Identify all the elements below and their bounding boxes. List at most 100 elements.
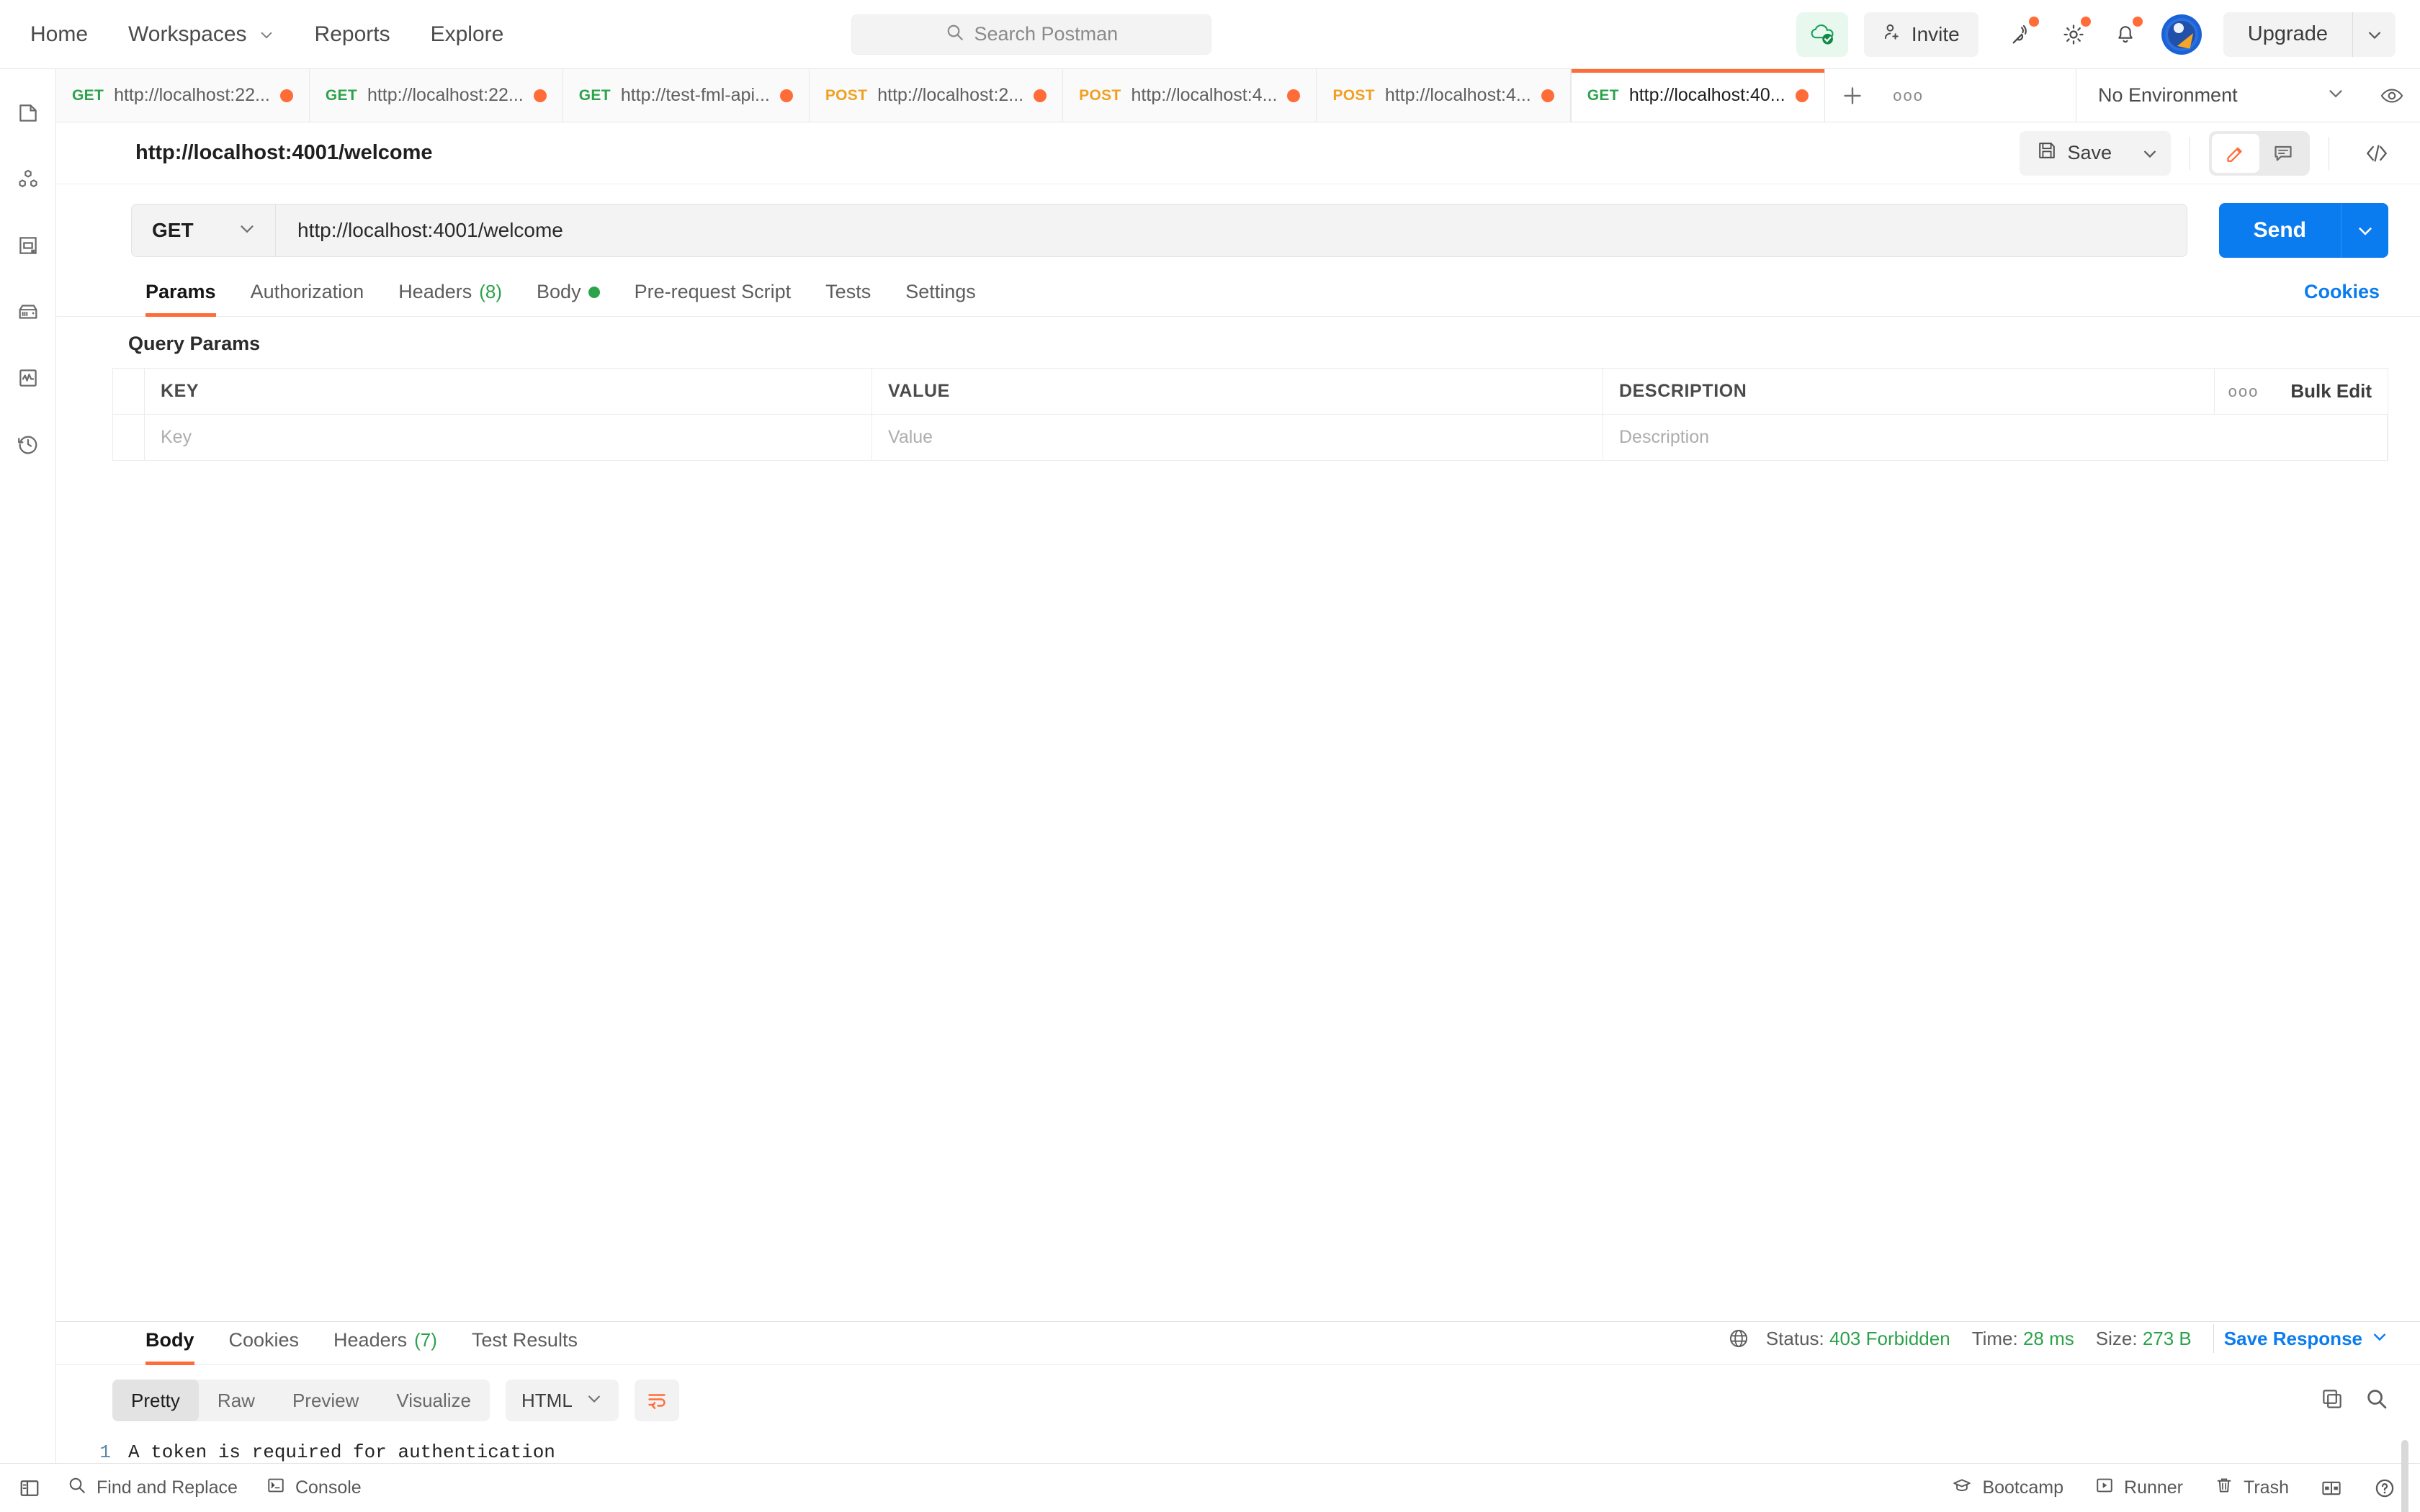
request-tab[interactable]: GET http://localhost:22... (56, 69, 310, 122)
time-label-group: Time: 28 ms (1972, 1328, 2074, 1350)
bootcamp-button[interactable]: Bootcamp (1952, 1476, 2063, 1500)
nav-item-reports[interactable]: Reports (295, 13, 411, 56)
send-options-button[interactable] (2341, 203, 2388, 258)
invite-button[interactable]: Invite (1863, 12, 1978, 57)
gear-icon[interactable] (2048, 12, 2099, 57)
view-mode-preview[interactable]: Preview (274, 1380, 377, 1421)
environment-quick-look-icon[interactable] (2364, 69, 2420, 122)
response-body-viewer[interactable]: 1 A token is required for authentication (56, 1434, 2420, 1512)
trash-button[interactable]: Trash (2215, 1476, 2289, 1500)
request-tab-active[interactable]: GET http://localhost:40... (1570, 69, 1825, 122)
help-icon[interactable] (2374, 1477, 2396, 1499)
tab-title: http://test-fml-api... (620, 85, 770, 105)
runner-button[interactable]: Runner (2095, 1476, 2183, 1500)
send-group: Send (2218, 203, 2388, 258)
params-options-button[interactable]: ooo (2215, 369, 2272, 414)
view-mode-visualize[interactable]: Visualize (377, 1380, 490, 1421)
user-avatar[interactable] (2161, 14, 2202, 55)
tab-label: Pre-request Script (634, 281, 792, 302)
save-response-button[interactable]: Save Response (2224, 1328, 2388, 1350)
environment-selector[interactable]: No Environment (2076, 69, 2364, 122)
row-checkbox[interactable] (113, 415, 145, 460)
response-tab-test-results[interactable]: Test Results (454, 1322, 595, 1364)
two-pane-layout-icon[interactable] (2321, 1478, 2342, 1498)
cookies-label: Cookies (2303, 281, 2380, 302)
upgrade-button[interactable]: Upgrade (2223, 12, 2352, 57)
wrap-lines-icon[interactable] (634, 1380, 679, 1421)
new-tab-button[interactable] (1825, 69, 1880, 122)
tab-authorization[interactable]: Authorization (233, 274, 382, 316)
save-options-button[interactable] (2129, 130, 2171, 176)
nav-item-home[interactable]: Home (22, 13, 108, 56)
bell-icon[interactable] (2099, 12, 2151, 57)
tab-label: Body (537, 281, 581, 302)
code-snippet-icon[interactable] (2348, 142, 2406, 165)
nav-item-explore[interactable]: Explore (411, 13, 524, 56)
response-tab-cookies[interactable]: Cookies (212, 1322, 317, 1364)
apis-icon[interactable] (0, 151, 56, 207)
bootcamp-label: Bootcamp (1982, 1477, 2064, 1498)
collections-icon[interactable] (0, 85, 56, 141)
tab-pre-request-script[interactable]: Pre-request Script (617, 274, 809, 316)
environments-icon[interactable] (0, 217, 56, 274)
satellite-icon[interactable] (1996, 12, 2048, 57)
app-body: GET http://localhost:22... GET http://lo… (0, 69, 2420, 1512)
response-tab-body[interactable]: Body (128, 1322, 212, 1365)
tab-title: http://localhost:40... (1628, 85, 1785, 105)
copy-icon[interactable] (2321, 1387, 2344, 1414)
toggle-sidebar-icon[interactable] (19, 1477, 40, 1499)
tab-strip-spacer (1937, 69, 2076, 122)
tab-label: Params (145, 281, 216, 302)
response-scrollbar[interactable] (2401, 1440, 2408, 1512)
upgrade-dropdown-button[interactable] (2352, 12, 2396, 57)
tab-label: Tests (825, 281, 871, 302)
console-button[interactable]: Console (266, 1476, 362, 1500)
edit-mode-button[interactable] (2212, 133, 2259, 173)
tab-headers[interactable]: Headers (8) (381, 274, 519, 316)
left-sidebar-rail (0, 69, 56, 1463)
monitors-icon[interactable] (0, 350, 56, 406)
view-mode-pretty[interactable]: Pretty (112, 1380, 199, 1421)
tab-options-button[interactable]: ooo (1880, 69, 1937, 122)
save-button[interactable]: Save (2020, 130, 2129, 176)
method-selector[interactable]: GET (131, 204, 275, 257)
param-description-input[interactable]: Description (1603, 415, 2388, 460)
request-tab[interactable]: POST http://localhost:4... (1317, 69, 1571, 122)
cloud-sync-icon[interactable] (1796, 12, 1848, 57)
tab-method: GET (1587, 86, 1619, 104)
size-label: Size: (2095, 1327, 2138, 1349)
send-button[interactable]: Send (2218, 203, 2341, 258)
response-header: Body Cookies Headers (7) Test Results St… (56, 1322, 2420, 1365)
tab-method: POST (825, 86, 868, 104)
response-format-selector[interactable]: HTML (506, 1380, 619, 1421)
bulk-edit-button[interactable]: Bulk Edit (2272, 369, 2388, 414)
history-icon[interactable] (0, 416, 56, 472)
request-header-bar: http://localhost:4001/welcome Save (56, 122, 2420, 184)
mock-servers-icon[interactable] (0, 284, 56, 340)
search-input[interactable]: Search Postman (851, 14, 1212, 55)
view-mode-raw[interactable]: Raw (199, 1380, 274, 1421)
nav-item-workspaces[interactable]: Workspaces (108, 13, 295, 56)
request-tab[interactable]: GET http://localhost:22... (309, 69, 563, 122)
url-input[interactable]: http://localhost:4001/welcome (275, 204, 2187, 257)
tab-params[interactable]: Params (128, 274, 233, 317)
search-icon[interactable] (2365, 1387, 2388, 1414)
cookies-link[interactable]: Cookies (2304, 281, 2420, 316)
line-text: A token is required for authentication (128, 1441, 555, 1463)
search-icon (946, 23, 964, 45)
body-present-dot-icon (588, 286, 600, 298)
response-tab-headers[interactable]: Headers (7) (316, 1322, 454, 1364)
find-and-replace-button[interactable]: Find and Replace (68, 1476, 238, 1500)
view-mode-label: Raw (217, 1389, 255, 1411)
comment-mode-button[interactable] (2259, 134, 2307, 173)
tab-settings[interactable]: Settings (888, 274, 993, 316)
param-value-input[interactable]: Value (872, 415, 1603, 460)
request-tab[interactable]: POST http://localhost:2... (809, 69, 1064, 122)
time-value: 28 ms (2022, 1327, 2074, 1349)
request-tab[interactable]: POST http://localhost:4... (1063, 69, 1317, 122)
response-view-mode-group: Pretty Raw Preview Visualize (112, 1380, 490, 1421)
tab-tests[interactable]: Tests (808, 274, 888, 316)
param-key-input[interactable]: Key (145, 415, 872, 460)
request-tab[interactable]: GET http://test-fml-api... (563, 69, 810, 122)
tab-body[interactable]: Body (519, 274, 617, 316)
